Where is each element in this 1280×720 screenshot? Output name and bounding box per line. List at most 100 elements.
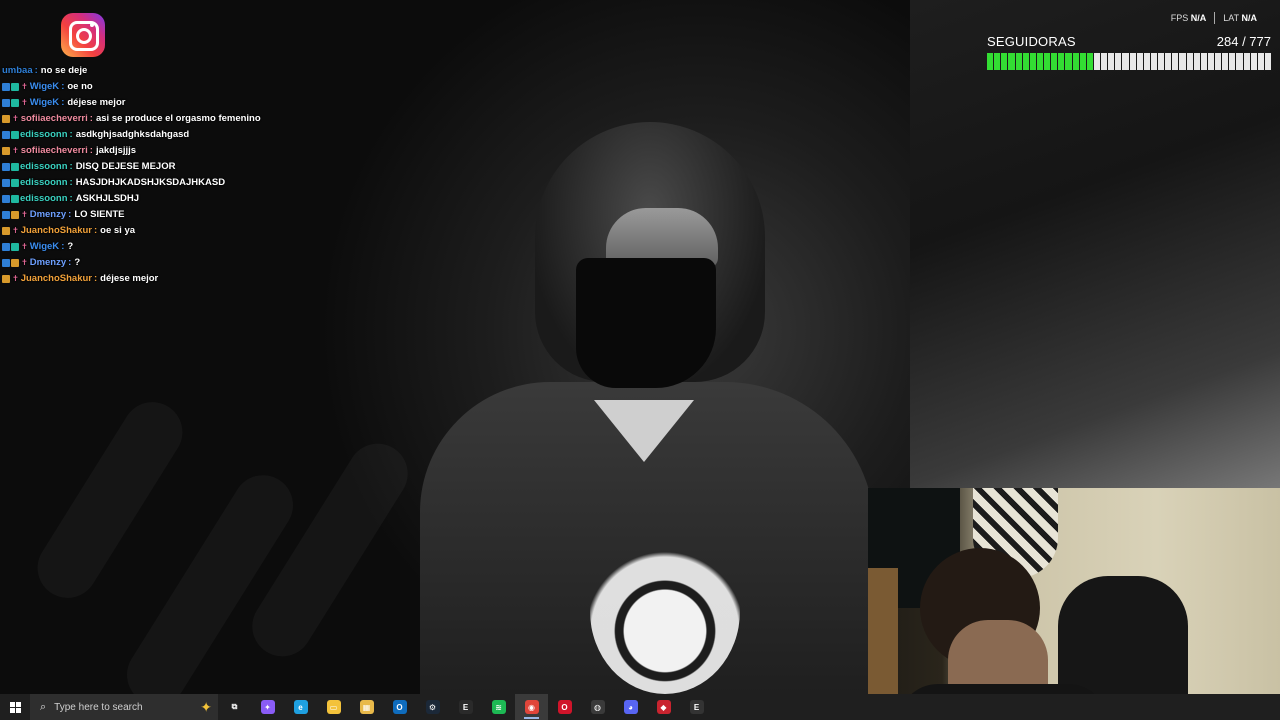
file-explorer-taskbar-button[interactable]: ▭ xyxy=(317,694,350,720)
fps-value: N/A xyxy=(1190,13,1207,23)
chat-message: ✝ Dmenzy: LO SIENTE xyxy=(2,207,422,223)
microsoft-store-icon: ▦ xyxy=(359,700,374,714)
goal-bar-segment xyxy=(1200,53,1207,70)
chat-username[interactable]: edissoonn xyxy=(20,127,68,143)
chat-username[interactable]: umbaa xyxy=(2,63,33,79)
outlook-taskbar-button[interactable]: O xyxy=(383,694,416,720)
badge-gold-icon xyxy=(11,259,19,267)
webcam-shelf xyxy=(868,568,898,698)
discord-taskbar-button[interactable]: ◕ xyxy=(614,694,647,720)
goal-bar-segment xyxy=(1015,53,1022,70)
badge-mod-icon xyxy=(2,99,10,107)
goal-bar-segment xyxy=(1044,53,1051,70)
chat-username[interactable]: JuanchoShakur xyxy=(21,223,92,239)
goal-bar-segment xyxy=(1072,53,1079,70)
chat-text: asi se produce el orgasmo femenino xyxy=(95,113,261,124)
goal-bar-segment xyxy=(1115,53,1122,70)
lat-stat: LAT N/A xyxy=(1223,13,1257,23)
chat-username[interactable]: sofiiaecheverri xyxy=(21,143,88,159)
chrome-taskbar-button[interactable]: ◉ xyxy=(515,694,548,720)
badge-sub-icon xyxy=(11,131,19,139)
copilot-icon: ✦ xyxy=(260,700,275,714)
red-app-icon: ◆ xyxy=(656,700,671,714)
goal-bar-segment xyxy=(994,53,1001,70)
file-explorer-icon: ▭ xyxy=(326,700,341,714)
epic-launcher-icon: E xyxy=(689,700,704,714)
chat-text: ? xyxy=(67,241,74,252)
chat-username[interactable]: JuanchoShakur xyxy=(21,271,92,287)
chat-colon: : xyxy=(61,81,65,92)
chat-text: asdkghjsadghksdahgasd xyxy=(75,129,190,140)
follower-goal-title: SEGUIDORAS xyxy=(987,34,1076,49)
chat-username[interactable]: edissoonn xyxy=(20,191,68,207)
goal-bar-segment xyxy=(1257,53,1264,70)
chat-text: DISQ DEJESE MEJOR xyxy=(75,161,176,172)
chat-message: edissoonn: ASKHJLSDHJ xyxy=(2,191,422,207)
chat-text: déjese mejor xyxy=(100,273,159,284)
follower-goal-bar xyxy=(987,53,1271,70)
badge-star-icon: ✝ xyxy=(21,210,28,219)
obs-taskbar-button[interactable]: ◍ xyxy=(581,694,614,720)
chat-colon: : xyxy=(69,177,73,188)
badge-mod-icon xyxy=(2,211,10,219)
chat-message: ✝ WigeK:? xyxy=(2,239,422,255)
chat-username[interactable]: WigeK xyxy=(30,95,59,111)
chat-colon: : xyxy=(89,113,93,124)
chat-username[interactable]: edissoonn xyxy=(20,159,68,175)
chat-message: edissoonn: HASJDHJKADSHJKSDAJHKASD xyxy=(2,175,422,191)
goal-bar-segment xyxy=(1022,53,1029,70)
chat-colon: : xyxy=(69,193,73,204)
fps-label: FPS xyxy=(1170,13,1189,23)
chat-colon: : xyxy=(69,129,73,140)
edge-taskbar-button[interactable]: e xyxy=(284,694,317,720)
goal-bar-segment xyxy=(1250,53,1257,70)
spotify-icon: ≋ xyxy=(491,700,506,714)
microsoft-store-taskbar-button[interactable]: ▦ xyxy=(350,694,383,720)
steam-taskbar-button[interactable]: ⚙ xyxy=(416,694,449,720)
red-app-taskbar-button[interactable]: ◆ xyxy=(647,694,680,720)
badge-sub-icon xyxy=(11,243,19,251)
epic-launcher-taskbar-button[interactable]: E xyxy=(680,694,713,720)
chat-message: edissoonn: DISQ DEJESE MEJOR xyxy=(2,159,422,175)
chat-colon: : xyxy=(61,97,65,108)
opera-taskbar-button[interactable]: O xyxy=(548,694,581,720)
epic-games-taskbar-button[interactable]: E xyxy=(449,694,482,720)
badge-star-icon: ✝ xyxy=(21,82,28,91)
chat-message: ✝ JuanchoShakur: oe si ya xyxy=(2,223,422,239)
chat-username[interactable]: WigeK xyxy=(30,239,59,255)
chat-message: ✝ WigeK: déjese mejor xyxy=(2,95,422,111)
discord-icon: ◕ xyxy=(623,700,638,714)
chat-username[interactable]: Dmenzy xyxy=(30,255,66,271)
chat-username[interactable]: WigeK xyxy=(30,79,59,95)
search-icon: ⌕ xyxy=(40,700,47,713)
chat-text: oe no xyxy=(67,81,93,92)
chat-text: LO SIENTE xyxy=(74,209,125,220)
copilot-taskbar-button[interactable]: ✦ xyxy=(251,694,284,720)
chat-text: déjese mejor xyxy=(67,97,126,108)
follower-goal-count: 284 / 777 xyxy=(1216,34,1271,49)
badge-star-icon: ✝ xyxy=(12,114,19,123)
taskbar-search-box[interactable]: ⌕ Type here to search ✦ xyxy=(30,694,218,720)
performance-stats: FPS N/A LAT N/A xyxy=(1171,12,1257,24)
goal-bar-segment xyxy=(1222,53,1229,70)
badge-mod-icon xyxy=(2,195,10,203)
chat-colon: : xyxy=(89,145,93,156)
obs-icon: ◍ xyxy=(590,700,605,714)
goal-bar-segment xyxy=(1236,53,1243,70)
chat-username[interactable]: sofiiaecheverri xyxy=(21,111,88,127)
goal-bar-segment xyxy=(1058,53,1065,70)
goal-bar-segment xyxy=(1001,53,1008,70)
chat-colon: : xyxy=(69,161,73,172)
chat-colon: : xyxy=(68,257,72,268)
badge-star-icon: ✝ xyxy=(21,98,28,107)
spotify-taskbar-button[interactable]: ≋ xyxy=(482,694,515,720)
task-view-taskbar-button[interactable]: ⧉ xyxy=(218,694,251,720)
goal-bar-segment xyxy=(1243,53,1250,70)
lat-value: N/A xyxy=(1241,13,1258,23)
chat-username[interactable]: Dmenzy xyxy=(30,207,66,223)
start-button[interactable] xyxy=(0,694,30,720)
chat-username[interactable]: edissoonn xyxy=(20,175,68,191)
search-placeholder: Type here to search xyxy=(54,701,143,713)
chat-colon: : xyxy=(68,209,72,220)
badge-sub-icon xyxy=(11,163,19,171)
